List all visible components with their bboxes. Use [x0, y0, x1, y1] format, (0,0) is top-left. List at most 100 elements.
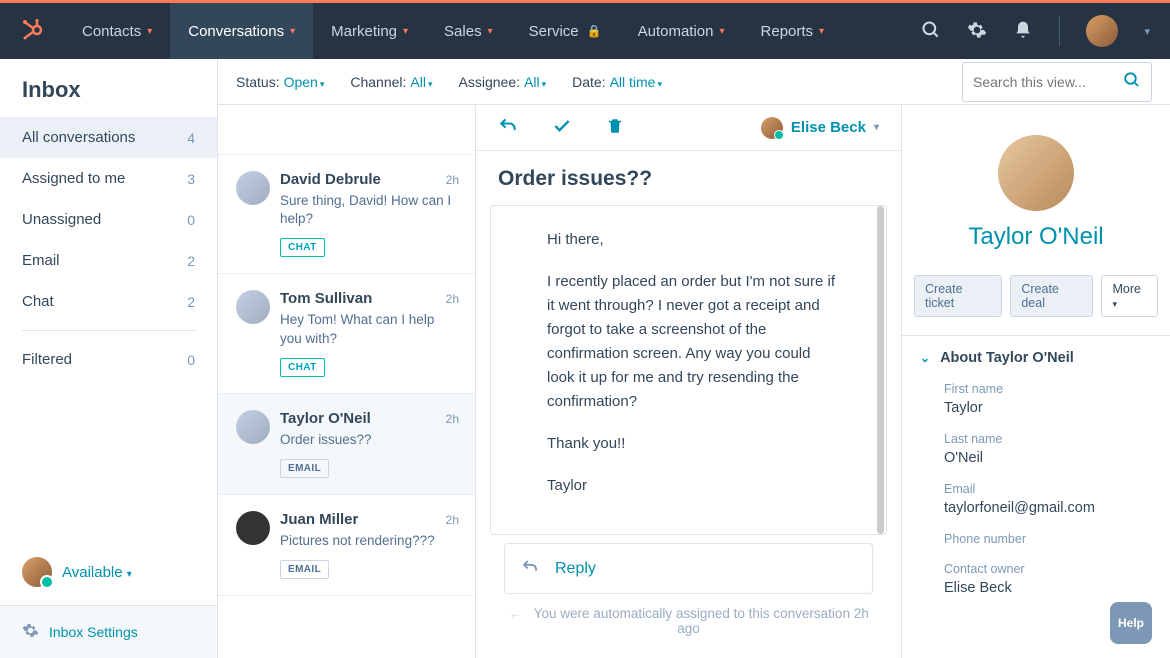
- field-label: First name: [944, 382, 1152, 396]
- nav-marketing-label: Marketing: [331, 23, 397, 40]
- sidebar-item-chat[interactable]: Chat 2: [0, 281, 217, 322]
- avatar: [236, 171, 270, 205]
- sidebar-item-filtered[interactable]: Filtered 0: [0, 339, 217, 380]
- page-title: Inbox: [0, 77, 217, 117]
- avatar: [236, 511, 270, 545]
- sidebar-item-label: All conversations: [22, 129, 135, 146]
- reply-icon: [521, 558, 539, 579]
- nav-conversations-label: Conversations: [188, 23, 284, 40]
- create-deal-button[interactable]: Create deal: [1010, 275, 1093, 317]
- field-label: Last name: [944, 432, 1152, 446]
- chevron-down-icon: ⌄: [920, 351, 930, 365]
- nav-sales[interactable]: Sales▾: [426, 3, 511, 59]
- conversation-item[interactable]: David Debrule Sure thing, David! How can…: [218, 155, 475, 274]
- nav-service-label: Service: [529, 23, 579, 40]
- conversation-time: 2h: [446, 292, 459, 306]
- sidebar-item-label: Filtered: [22, 351, 72, 368]
- scrollbar[interactable]: [877, 206, 884, 534]
- nav-marketing[interactable]: Marketing▾: [313, 3, 426, 59]
- subject-line: Order issues??: [476, 151, 901, 205]
- about-label: About Taylor O'Neil: [940, 350, 1074, 366]
- filter-date[interactable]: Date:All time▾: [572, 74, 662, 90]
- sidebar-item-email[interactable]: Email 2: [0, 240, 217, 281]
- conversation-preview: Pictures not rendering???: [280, 532, 457, 550]
- sidebar-item-label: Email: [22, 252, 60, 269]
- sidebar-item-assigned[interactable]: Assigned to me 3: [0, 158, 217, 199]
- gear-icon: [22, 622, 39, 642]
- nav-conversations[interactable]: Conversations▾: [170, 3, 313, 59]
- sidebar-count: 0: [187, 212, 195, 228]
- email-field[interactable]: taylorfoneil@gmail.com: [944, 500, 1152, 516]
- gear-icon[interactable]: [967, 20, 987, 43]
- avatar[interactable]: [1086, 15, 1118, 47]
- avatar: [22, 557, 52, 587]
- conversation-item[interactable]: Tom Sullivan Hey Tom! What can I help yo…: [218, 274, 475, 393]
- filter-assignee[interactable]: Assignee:All▾: [459, 74, 547, 90]
- sidebar-item-label: Unassigned: [22, 211, 101, 228]
- presence-dropdown[interactable]: Available ▾: [62, 564, 132, 581]
- sidebar-count: 0: [187, 352, 195, 368]
- field-label: Contact owner: [944, 562, 1152, 576]
- sidebar-count: 4: [187, 130, 195, 146]
- nav-reports[interactable]: Reports▾: [743, 3, 843, 59]
- assignee-dropdown[interactable]: Elise Beck ▾: [761, 117, 879, 139]
- avatar: [236, 290, 270, 324]
- channel-chip: EMAIL: [280, 560, 329, 579]
- last-name-field[interactable]: O'Neil: [944, 450, 1152, 466]
- assign-note: ←You were automatically assigned to this…: [490, 594, 887, 648]
- reply-icon[interactable]: [498, 116, 518, 139]
- help-button[interactable]: Help: [1110, 602, 1152, 644]
- conversation-time: 2h: [446, 173, 459, 187]
- field-label: Email: [944, 482, 1152, 496]
- more-button[interactable]: More ▾: [1101, 275, 1158, 317]
- conversation-name: Juan Miller: [280, 511, 457, 528]
- conversation-preview: Hey Tom! What can I help you with?: [280, 311, 457, 347]
- search-icon: [1123, 71, 1141, 92]
- assignee-name: Elise Beck: [791, 119, 866, 136]
- inbox-settings-link[interactable]: Inbox Settings: [0, 605, 217, 658]
- sidebar-item-all[interactable]: All conversations 4: [0, 117, 217, 158]
- create-ticket-button[interactable]: Create ticket: [914, 275, 1002, 317]
- nav-contacts[interactable]: Contacts▾: [64, 3, 170, 59]
- sidebar-item-label: Chat: [22, 293, 54, 310]
- chevron-down-icon[interactable]: ▾: [1144, 25, 1150, 38]
- about-accordion-toggle[interactable]: ⌄ About Taylor O'Neil: [920, 350, 1152, 366]
- filter-status[interactable]: Status:Open▾: [236, 74, 324, 90]
- channel-chip: CHAT: [280, 358, 325, 377]
- sidebar-item-label: Assigned to me: [22, 170, 125, 187]
- sidebar-count: 2: [187, 294, 195, 310]
- conversation-item[interactable]: Taylor O'Neil Order issues?? EMAIL 2h: [218, 394, 475, 495]
- reply-label: Reply: [555, 560, 596, 578]
- check-icon[interactable]: [552, 116, 572, 139]
- channel-chip: CHAT: [280, 238, 325, 257]
- nav-automation[interactable]: Automation▾: [620, 3, 743, 59]
- conversation-time: 2h: [446, 412, 459, 426]
- hubspot-logo[interactable]: [20, 18, 44, 45]
- sidebar-count: 3: [187, 171, 195, 187]
- search-icon[interactable]: [921, 20, 941, 43]
- nav-contacts-label: Contacts: [82, 23, 141, 40]
- conversation-preview: Order issues??: [280, 431, 457, 449]
- lock-icon: 🔒: [587, 24, 602, 38]
- nav-service[interactable]: Service 🔒: [511, 3, 620, 59]
- field-label: Phone number: [944, 532, 1152, 546]
- conversation-item[interactable]: Juan Miller Pictures not rendering??? EM…: [218, 495, 475, 596]
- message-body: Hi there, I recently placed an order but…: [490, 205, 887, 535]
- sidebar-item-unassigned[interactable]: Unassigned 0: [0, 199, 217, 240]
- channel-chip: EMAIL: [280, 459, 329, 478]
- conversation-name: Taylor O'Neil: [280, 410, 457, 427]
- contact-name[interactable]: Taylor O'Neil: [912, 223, 1160, 251]
- owner-field[interactable]: Elise Beck: [944, 580, 1152, 596]
- trash-icon[interactable]: [606, 117, 624, 138]
- first-name-field[interactable]: Taylor: [944, 400, 1152, 416]
- search-input[interactable]: [962, 62, 1152, 102]
- contact-avatar[interactable]: [998, 135, 1074, 211]
- nav-sales-label: Sales: [444, 23, 482, 40]
- avatar: [761, 117, 783, 139]
- reply-input[interactable]: Reply: [504, 543, 873, 594]
- filter-channel[interactable]: Channel:All▾: [350, 74, 432, 90]
- conversation-name: Tom Sullivan: [280, 290, 457, 307]
- inbox-settings-label: Inbox Settings: [49, 624, 138, 640]
- sidebar-count: 2: [187, 253, 195, 269]
- bell-icon[interactable]: [1013, 20, 1033, 43]
